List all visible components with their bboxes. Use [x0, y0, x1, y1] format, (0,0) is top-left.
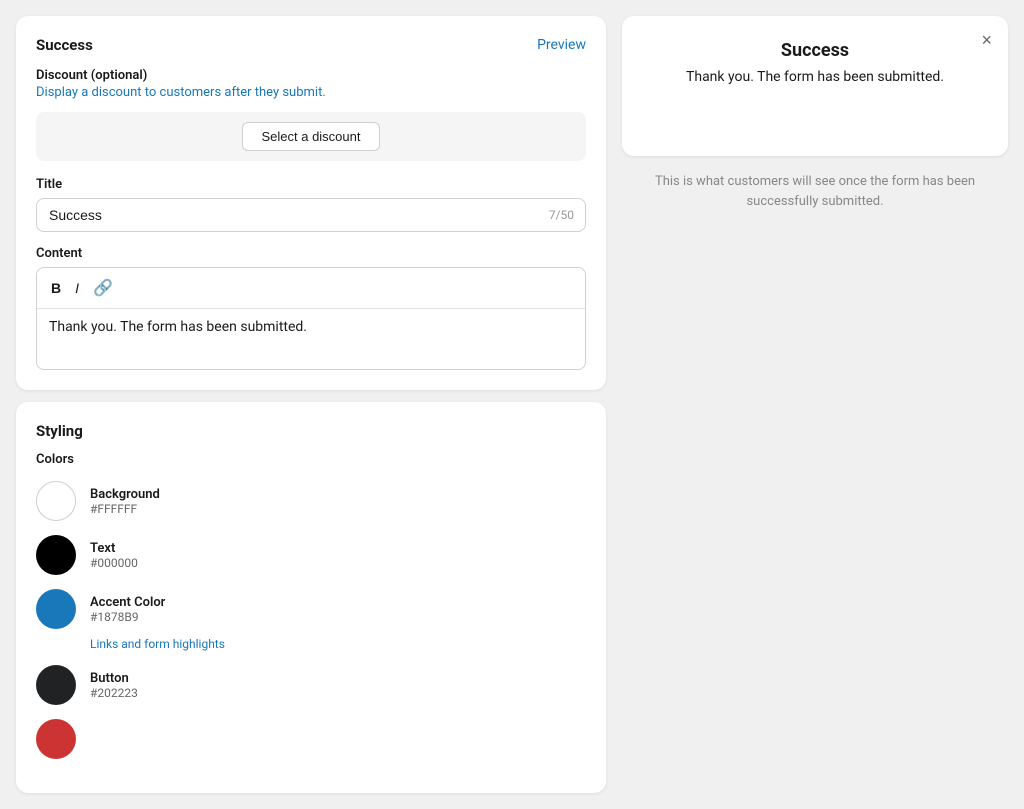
discount-btn-wrapper: Select a discount — [36, 112, 586, 161]
content-editor: B I 🔗 Thank you. The form has been submi… — [36, 267, 586, 370]
preview-card: × Success Thank you. The form has been s… — [622, 16, 1008, 156]
preview-close-button[interactable]: × — [981, 30, 992, 51]
button-color-swatch[interactable] — [36, 665, 76, 705]
content-field: Content B I 🔗 Thank you. The form has be… — [36, 246, 586, 370]
title-input-wrapper: 7/50 — [36, 198, 586, 232]
text-color-name: Text — [90, 541, 138, 556]
extra-color-swatch[interactable] — [36, 719, 76, 759]
preview-panel-title: Success — [650, 40, 980, 61]
links-highlight-label: Links and form highlights — [36, 637, 586, 651]
preview-note: This is what customers will see once the… — [622, 172, 1008, 211]
editor-content-area[interactable]: Thank you. The form has been submitted. — [37, 309, 585, 369]
accent-color-hex: #1878B9 — [90, 610, 165, 624]
text-color-info: Text #000000 — [90, 541, 138, 570]
text-color-swatch[interactable] — [36, 535, 76, 575]
preview-link[interactable]: Preview — [537, 37, 586, 53]
color-item-button: Button #202223 — [36, 665, 586, 705]
background-color-hex: #FFFFFF — [90, 502, 160, 516]
styling-card: Styling Colors Background #FFFFFF Text #… — [16, 402, 606, 793]
success-card: Success Preview Discount (optional) Disp… — [16, 16, 606, 390]
color-item-text: Text #000000 — [36, 535, 586, 575]
title-input[interactable] — [36, 198, 586, 232]
button-color-hex: #202223 — [90, 686, 138, 700]
discount-label: Discount (optional) — [36, 68, 586, 83]
button-color-info: Button #202223 — [90, 671, 138, 700]
accent-color-info: Accent Color #1878B9 — [90, 595, 165, 624]
accent-color-swatch[interactable] — [36, 589, 76, 629]
accent-color-name: Accent Color — [90, 595, 165, 610]
title-field-label: Title — [36, 177, 586, 192]
colors-label: Colors — [36, 452, 586, 467]
text-color-hex: #000000 — [90, 556, 138, 570]
background-color-info: Background #FFFFFF — [90, 487, 160, 516]
styling-card-title: Styling — [36, 422, 586, 440]
char-count: 7/50 — [549, 208, 574, 222]
discount-section: Discount (optional) Display a discount t… — [36, 68, 586, 161]
left-panel: Success Preview Discount (optional) Disp… — [16, 16, 606, 793]
discount-desc: Display a discount to customers after th… — [36, 85, 586, 100]
card-header: Success Preview — [36, 36, 586, 54]
link-button[interactable]: 🔗 — [89, 276, 117, 300]
color-item-background: Background #FFFFFF — [36, 481, 586, 521]
color-item-extra — [36, 719, 586, 759]
button-color-name: Button — [90, 671, 138, 686]
background-color-swatch[interactable] — [36, 481, 76, 521]
right-panel: × Success Thank you. The form has been s… — [622, 16, 1008, 793]
italic-button[interactable]: I — [71, 276, 83, 300]
bold-button[interactable]: B — [47, 276, 65, 300]
title-field: Title 7/50 — [36, 177, 586, 232]
success-card-title: Success — [36, 36, 93, 54]
color-item-accent: Accent Color #1878B9 — [36, 589, 586, 629]
background-color-name: Background — [90, 487, 160, 502]
select-discount-button[interactable]: Select a discount — [242, 122, 379, 151]
editor-toolbar: B I 🔗 — [37, 268, 585, 309]
content-field-label: Content — [36, 246, 586, 261]
preview-panel-body: Thank you. The form has been submitted. — [650, 69, 980, 85]
